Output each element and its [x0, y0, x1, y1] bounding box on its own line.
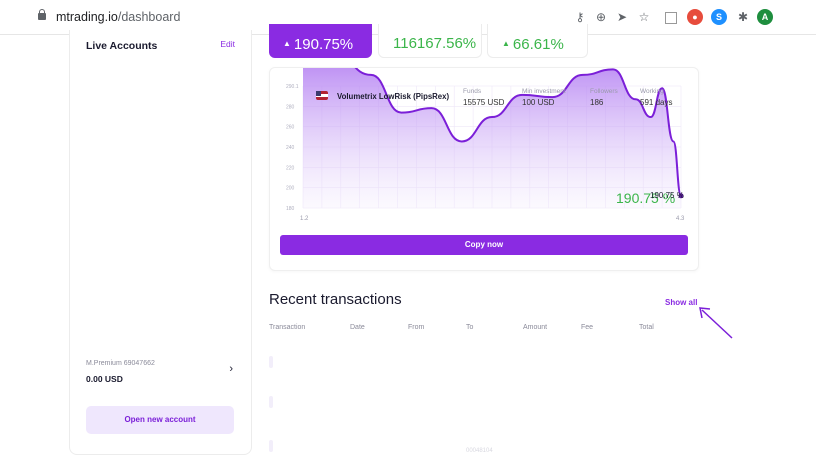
column-header: To: [466, 324, 474, 331]
us-flag-icon: [316, 91, 328, 100]
y-tick-label: 220: [286, 165, 295, 171]
adblock-icon[interactable]: ●: [687, 9, 703, 25]
skype-icon[interactable]: S: [711, 9, 727, 25]
edit-accounts-link[interactable]: Edit: [220, 39, 235, 49]
y-tick-label: 200: [286, 186, 295, 192]
fund-name: Volumetrix LowRisk (PipsRex): [337, 92, 450, 101]
profile-avatar[interactable]: A: [757, 9, 773, 25]
stat-total: 116167.56%: [378, 24, 482, 58]
live-accounts-title: Live Accounts: [86, 40, 158, 52]
arrow-up-icon: ▲: [502, 39, 510, 48]
column-header: Fee: [581, 324, 594, 331]
puzzle-icon[interactable]: ✱: [735, 9, 751, 25]
url-domain: mtrading.io: [56, 10, 118, 24]
account-name: M.Premium 69047662: [86, 360, 155, 367]
table-row-text: 00048104: [466, 448, 493, 454]
star-icon[interactable]: ☆: [636, 9, 652, 25]
stat-value: 66.61%: [512, 36, 564, 53]
chevron-right-icon[interactable]: ›: [229, 363, 233, 375]
column-header: Total: [639, 324, 654, 331]
account-balance: 0.00 USD: [86, 374, 123, 384]
lock-icon[interactable]: [38, 9, 46, 20]
key-icon[interactable]: ⚷: [572, 9, 588, 25]
column-header: Transaction: [269, 324, 306, 331]
y-tick-label: 240: [286, 145, 295, 151]
stat-value: 190.75%: [293, 36, 354, 53]
info-value: 186: [590, 98, 604, 107]
x-tick-label: 4.3: [676, 216, 685, 222]
address-bar[interactable]: mtrading.io/dashboard: [56, 10, 180, 24]
column-header: From: [408, 324, 425, 331]
url-path: /dashboard: [117, 10, 181, 24]
recent-transactions-title: Recent transactions: [269, 291, 402, 308]
fund-info-overlay: Volumetrix LowRisk (PipsRex) Funds 15575…: [270, 68, 698, 118]
x-tick-label: 1.2: [300, 216, 309, 222]
info-value: 15575 USD: [463, 98, 505, 107]
table-row: [269, 396, 273, 408]
info-label: Followers: [590, 88, 618, 95]
y-tick-label: 260: [286, 125, 295, 131]
copy-now-button[interactable]: Copy now: [280, 235, 688, 255]
table-row: [269, 440, 273, 452]
live-accounts-panel: Live Accounts Edit M.Premium 69047662 0.…: [69, 30, 252, 455]
info-label: Working: [640, 88, 664, 95]
info-label: Funds: [463, 88, 482, 95]
zoom-icon[interactable]: ⊕: [593, 9, 609, 25]
arrow-up-icon: ▲: [283, 39, 291, 48]
info-label: Min investment: [522, 88, 566, 95]
send-icon[interactable]: ➤: [614, 9, 630, 25]
info-value: 100 USD: [522, 98, 555, 107]
stat-monthly: ▲ 66.61%: [487, 24, 588, 58]
fund-card: 180 200 220 240 260 280 290.1 1.2 4.3 190.75 % 1…: [269, 67, 699, 271]
y-tick-label: 180: [286, 206, 295, 212]
open-new-account-button[interactable]: Open new account: [86, 406, 234, 434]
column-header: Date: [350, 324, 365, 331]
extension-icon[interactable]: [665, 12, 677, 24]
stat-value: 116167.56%: [393, 35, 477, 52]
column-header: Amount: [523, 324, 548, 331]
info-value: 591 days: [640, 98, 673, 107]
chart-current-value: 190.75 %: [650, 191, 684, 200]
table-row: [269, 356, 273, 368]
annotation-arrow-icon: [699, 307, 733, 339]
stat-return: ▲ 190.75%: [269, 24, 372, 58]
